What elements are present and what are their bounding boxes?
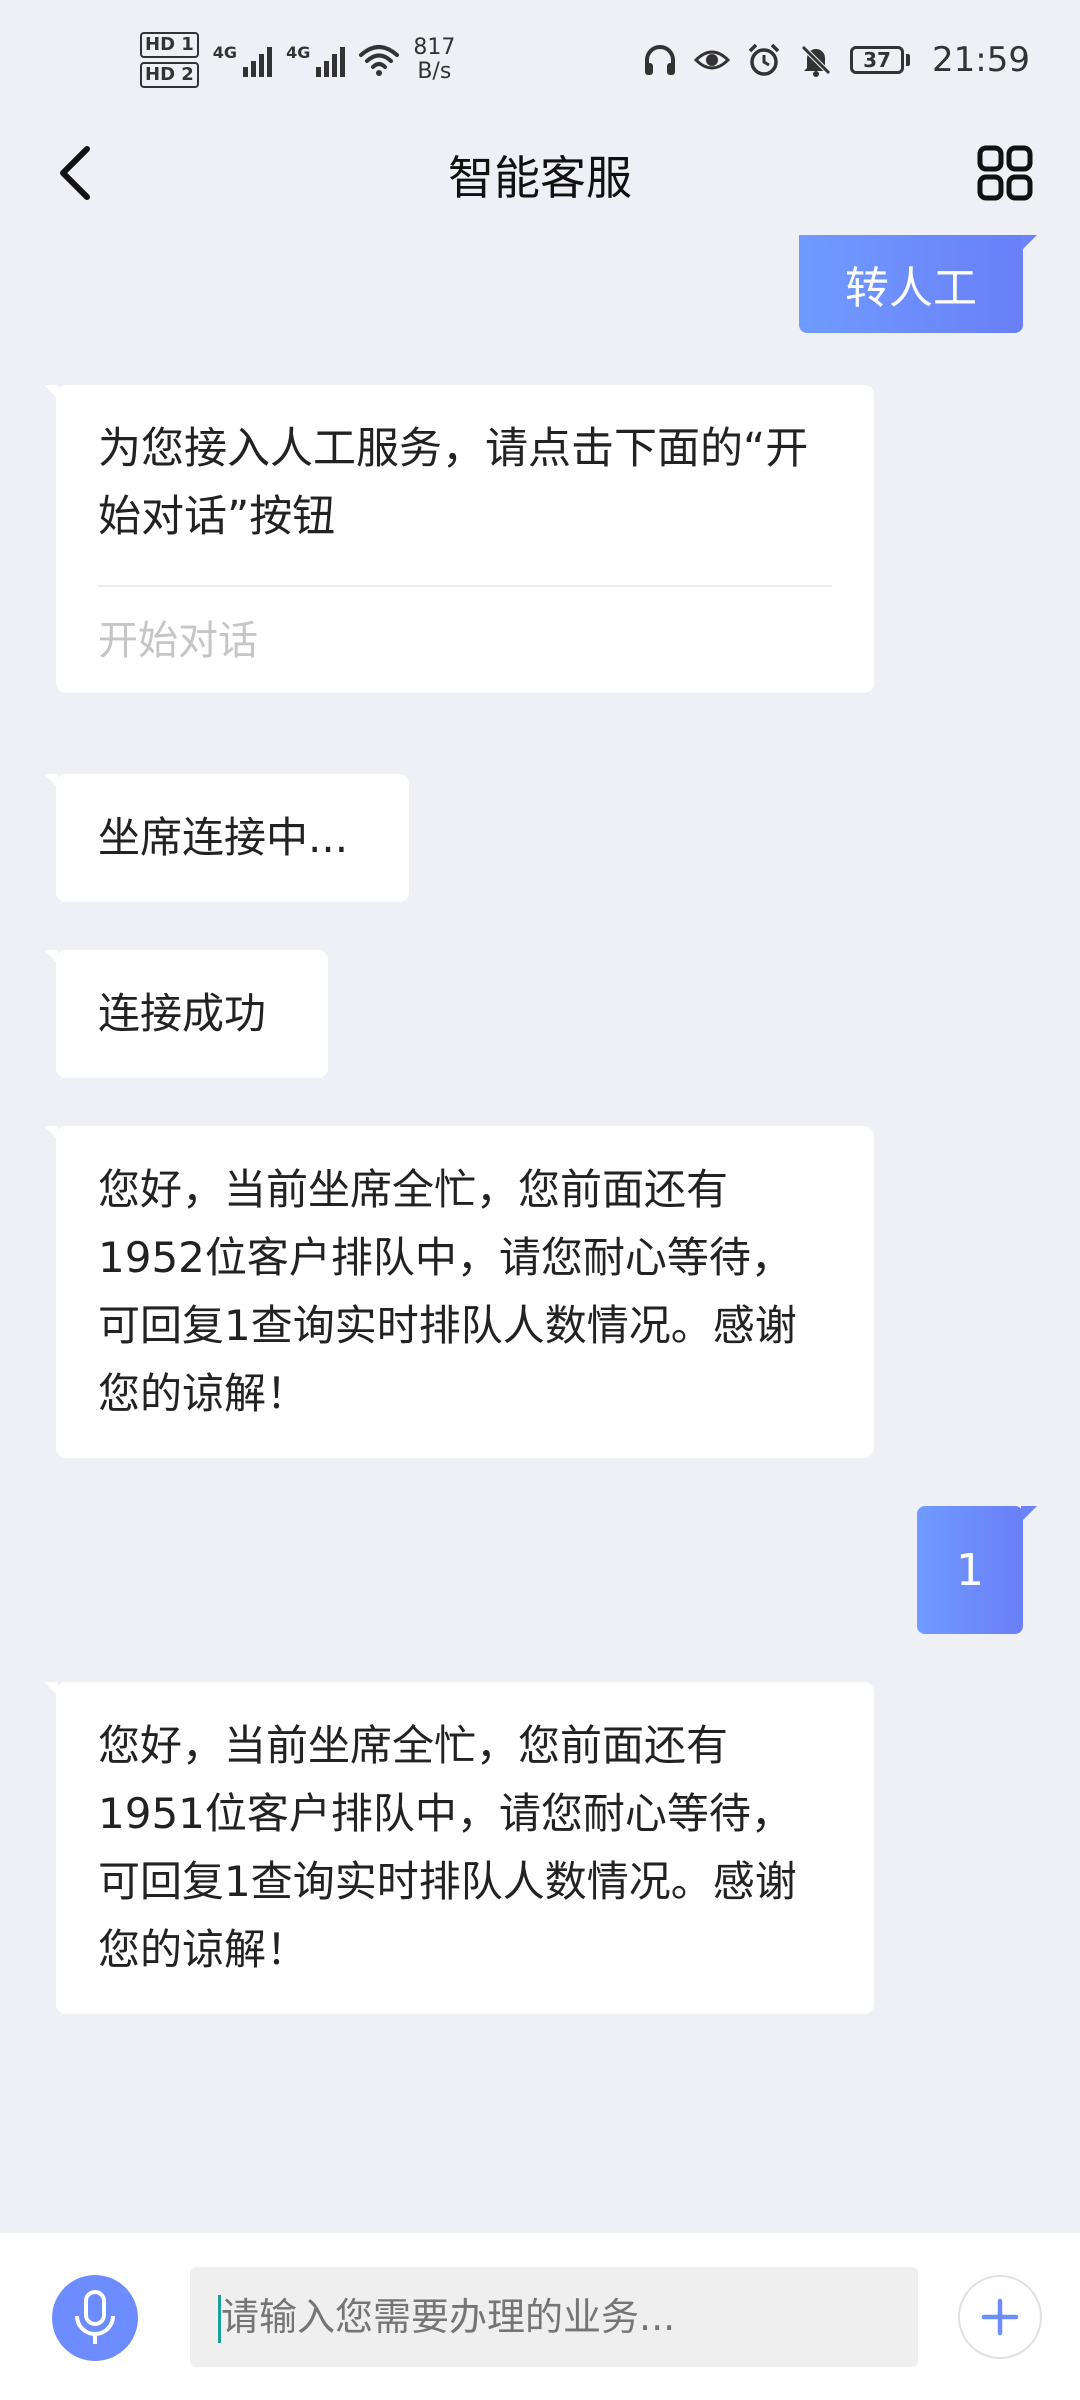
hd2-badge: HD 2	[140, 62, 199, 88]
chat-list[interactable]: 转人工 为您接入人工服务，请点击下面的“开始对话”按钮 开始对话 坐席连接中..…	[0, 228, 1080, 2228]
network-speed: 817 B/s	[413, 36, 455, 84]
title-bar: 智能客服	[0, 120, 1080, 228]
message-input[interactable]	[190, 2267, 918, 2367]
divider	[98, 585, 832, 587]
chat-screen: HD 1 HD 2 4G 4G 817 B/s 37 21:59 智能客服 转人…	[0, 0, 1080, 2400]
microphone-icon	[75, 2290, 115, 2344]
network-speed-unit: B/s	[417, 59, 452, 84]
message-text: 您好，当前坐席全忙，您前面还有1951位客户排队中，请您耐心等待，可回复1查询实…	[98, 1721, 797, 1974]
message-text: 坐席连接中...	[98, 813, 349, 862]
user-message: 转人工	[799, 235, 1037, 333]
clock: 21:59	[932, 40, 1030, 80]
network-speed-value: 817	[413, 35, 456, 60]
signal-1-label: 4G	[212, 43, 238, 62]
battery-icon: 37	[850, 46, 911, 74]
status-left: HD 1 HD 2 4G 4G 817 B/s	[140, 32, 455, 88]
wifi-icon	[359, 45, 400, 76]
bot-message: 坐席连接中...	[44, 774, 409, 902]
message-text: 1	[956, 1544, 984, 1596]
text-caret	[218, 2295, 221, 2343]
status-bar: HD 1 HD 2 4G 4G 817 B/s 37 21:59	[0, 0, 1080, 120]
hd-indicators: HD 1 HD 2	[140, 32, 199, 88]
input-bar	[0, 2233, 1080, 2400]
battery-level: 37	[850, 46, 905, 74]
signal-icon-1: 4G	[212, 43, 273, 77]
headphones-icon	[645, 45, 676, 75]
message-text: 转人工	[845, 263, 977, 314]
message-text: 连接成功	[98, 989, 267, 1038]
grid-icon	[977, 145, 1033, 201]
bot-message: 您好，当前坐席全忙，您前面还有1951位客户排队中，请您耐心等待，可回复1查询实…	[44, 1682, 874, 2014]
bot-message: 您好，当前坐席全忙，您前面还有1952位客户排队中，请您耐心等待，可回复1查询实…	[44, 1126, 874, 1458]
signal-2-label: 4G	[286, 43, 311, 62]
user-message: 1	[917, 1506, 1037, 1634]
bot-message: 为您接入人工服务，请点击下面的“开始对话”按钮 开始对话	[44, 385, 874, 693]
alarm-icon	[748, 43, 780, 76]
plus-icon	[981, 2298, 1019, 2336]
eye-icon	[694, 50, 731, 70]
status-right: 37 21:59	[642, 40, 1030, 80]
start-chat-link[interactable]: 开始对话	[98, 611, 832, 671]
more-button[interactable]	[958, 2275, 1042, 2359]
bell-off-icon	[801, 45, 831, 77]
menu-button[interactable]	[970, 138, 1040, 208]
bot-message: 连接成功	[44, 950, 328, 1078]
message-text: 您好，当前坐席全忙，您前面还有1952位客户排队中，请您耐心等待，可回复1查询实…	[98, 1165, 797, 1418]
voice-button[interactable]	[52, 2275, 138, 2361]
message-text: 为您接入人工服务，请点击下面的“开始对话”按钮	[98, 424, 809, 542]
page-title: 智能客服	[448, 151, 632, 205]
signal-icon-2: 4G	[286, 43, 346, 77]
hd1-badge: HD 1	[140, 32, 199, 58]
